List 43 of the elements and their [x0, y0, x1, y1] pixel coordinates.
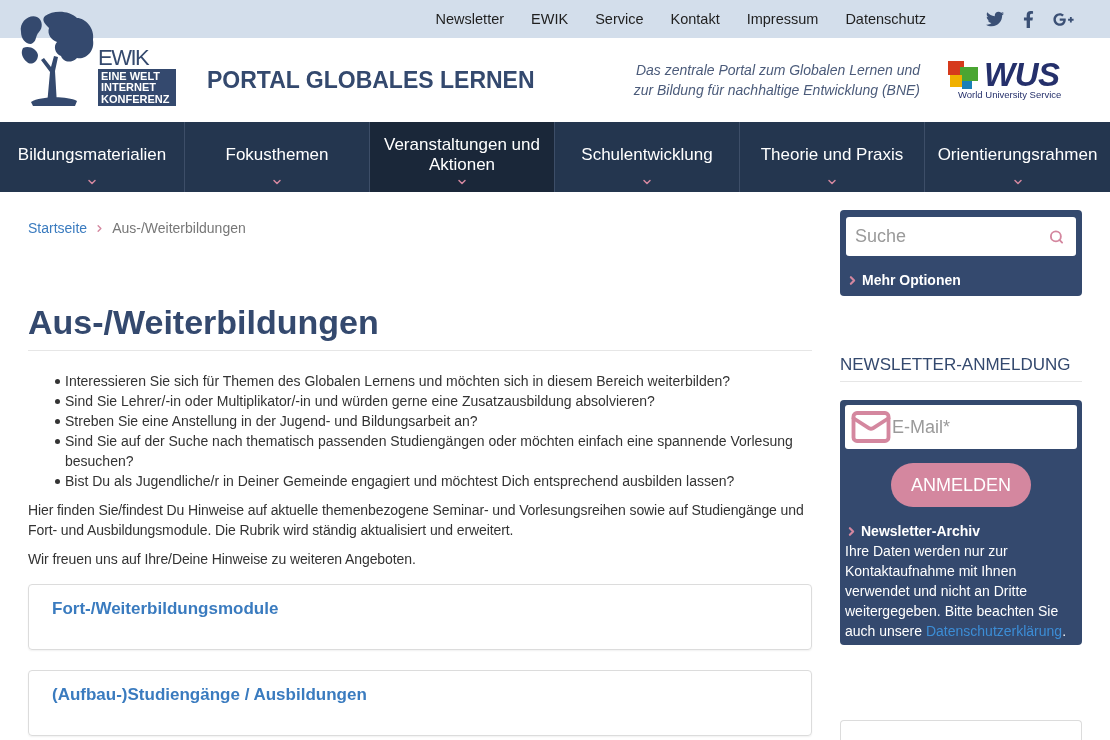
privacy-note: Ihre Daten werden nur zur Kontaktaufnahme mit Ihnen verwendet und nicht an Dritte weitergegeben. Bitte beachten Sie auch unsere Datenschutzerklärung.	[845, 542, 1068, 641]
newsletter-archive-link[interactable]: Newsletter-Archiv	[845, 523, 1077, 539]
top-link[interactable]: Newsletter	[435, 11, 505, 27]
search-icon[interactable]	[1049, 229, 1064, 244]
search-field[interactable]: Suche	[846, 217, 1076, 256]
more-options-link[interactable]: Mehr Optionen	[846, 272, 1076, 288]
bullet-icon	[55, 419, 60, 424]
newsletter-heading: NEWSLETTER-ANMELDUNG	[840, 354, 1082, 382]
bullet-text: Sind Sie Lehrer/-in oder Multiplikator/-in und würden gerne eine Zusatzausbildung absolvieren?	[65, 392, 655, 411]
logo-name: EWIK	[98, 47, 149, 68]
logo-subtitle: EINE WELT INTERNET KONFERENZ	[98, 68, 176, 106]
bullet-icon	[55, 379, 60, 384]
top-link[interactable]: Kontakt	[670, 11, 720, 27]
site-title: PORTAL GLOBALES LERNEN	[207, 66, 535, 94]
twitter-icon[interactable]	[986, 10, 1004, 28]
bullet-text: Streben Sie eine Anstellung in der Jugend- und Bildungsarbeit an?	[65, 412, 478, 431]
bullet-text: Interessieren Sie sich für Themen des Globalen Lernens und möchten sich in diesem Bereich weiterbilden?	[65, 372, 731, 391]
breadcrumb-link[interactable]: Startseite	[28, 220, 88, 236]
partner-logo-name: WUS	[984, 60, 1060, 89]
breadcrumb-current: Aus-/Weiterbildungen	[112, 220, 246, 236]
bullet-text: Sind Sie auf der Suche nach thematisch passenden Studiengängen oder möchten einfach eine spannende Vorlesung besuchen?	[65, 432, 794, 471]
top-link[interactable]: Impressum	[746, 11, 819, 27]
partner-logo-subtitle: World University Service	[958, 88, 1063, 100]
section-card[interactable]: (Aufbau-)Studiengänge / Ausbildungen	[28, 670, 812, 736]
bullet-text: Bist Du als Jugendliche/r in Deiner Gemeinde engagiert und möchtest Dich entsprechend ausbilden lassen?	[65, 472, 735, 491]
page-title: Aus-/Weiterbildungen	[28, 300, 812, 351]
nav-menu-item[interactable]: Veranstaltungen und Aktionen	[370, 122, 555, 192]
top-link[interactable]: EWIK	[531, 11, 569, 27]
top-link[interactable]: Datenschutz	[845, 11, 926, 27]
body-paragraph: Hier finden Sie/findest Du Hinweise auf aktuelle themenbezogene Seminar- und Vorlesungsreihen sowie auf Studiengänge und Fort- und Ausbildungsmodule. Die Rubrik wird ständig aktualisiert und erweitert.	[28, 501, 805, 540]
nav-menu-item[interactable]: Orientierungsrahmen	[925, 122, 1110, 192]
nav-menu-item[interactable]: Bildungsmaterialien	[0, 122, 185, 192]
site-tagline: Das zentrale Portal zum Globalen Lernen und zur Bildung für nachhaltige Entwicklung (BNE)	[633, 61, 920, 100]
bullet-icon	[55, 479, 60, 484]
top-link[interactable]: Service	[595, 11, 644, 27]
square-tiles-icon	[948, 60, 980, 89]
nav-menu-item[interactable]: Schulentwicklung	[555, 122, 740, 192]
email-field[interactable]: E-Mail*	[845, 405, 1077, 449]
bullet-icon	[55, 399, 60, 404]
body-paragraph: Wir freuen uns auf Ihre/Deine Hinweise zu weiteren Angeboten.	[28, 550, 417, 569]
bullet-icon	[55, 439, 60, 444]
nav-menu-item[interactable]: Theorie und Praxis	[740, 122, 925, 192]
section-card[interactable]: Fort-/Weiterbildungsmodule	[28, 584, 812, 650]
